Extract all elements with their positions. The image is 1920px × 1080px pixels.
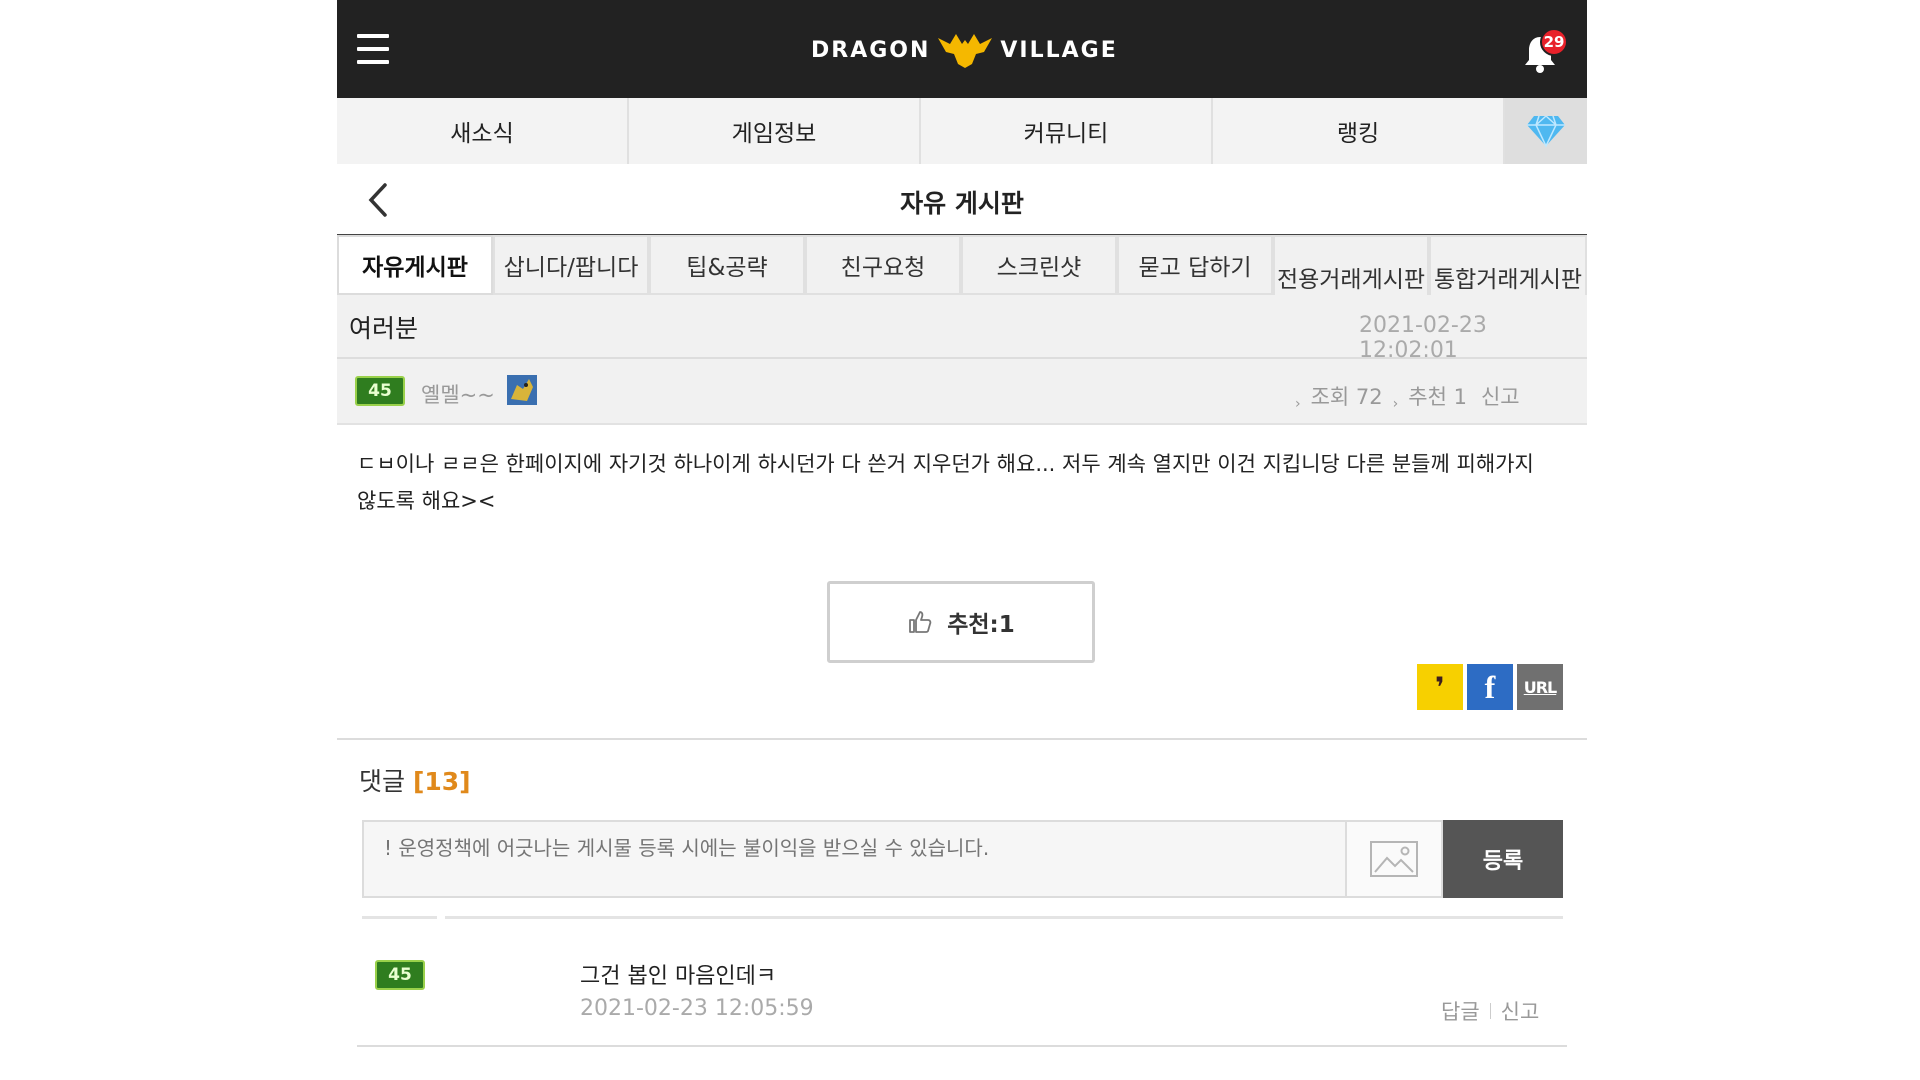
separator-icon: ›	[1392, 396, 1399, 412]
comments-header: 댓글 [13]	[359, 762, 471, 798]
comment-item: 45 그건 봅인 마음인데ㅋ 2021-02-23 12:05:59 답글 신고	[337, 922, 1587, 1046]
nav-game-info[interactable]: 게임정보	[629, 98, 921, 164]
url-copy-button[interactable]: URL	[1517, 664, 1563, 710]
tab-tips[interactable]: 팁&공략	[649, 235, 805, 295]
tab-friend-request[interactable]: 친구요청	[805, 235, 961, 295]
logo-text-left: DRAGON	[811, 37, 931, 63]
kakao-share-icon[interactable]: ❜	[1417, 664, 1463, 710]
post-stats: › 조회 72 › 추천 1 신고	[1295, 381, 1520, 412]
comment-divider	[357, 1045, 1567, 1047]
reply-link[interactable]: 답글	[1441, 996, 1480, 1026]
post-date: 2021-02-23 12:02:01	[1359, 313, 1487, 363]
separator-icon: ›	[1295, 396, 1301, 412]
comment-report-link[interactable]: 신고	[1501, 996, 1540, 1026]
level-badge: 45	[375, 960, 425, 990]
nav-community[interactable]: 커뮤니티	[921, 98, 1213, 164]
app-frame: DRAGON VILLAGE 29 새소식 게임정보 커뮤니티 랭킹 자유 게시…	[337, 0, 1587, 1080]
image-attach-icon[interactable]	[1345, 820, 1443, 898]
comment-input[interactable]	[362, 820, 1372, 898]
logo-text-right: VILLAGE	[1000, 37, 1118, 63]
comment-text: 그건 봅인 마음인데ㅋ	[580, 964, 777, 989]
board-tabs: 자유게시판 삽니다/팝니다 팁&공략 친구요청 스크린샷 묻고 답하기 전용거래…	[337, 235, 1587, 354]
nav-news[interactable]: 새소식	[337, 98, 629, 164]
post-body: ㄷㅂ이나 ㄹㄹ은 한페이지에 자기것 하나이게 하시던가 다 쓴거 지우던가 해…	[357, 452, 1534, 513]
recommend-button[interactable]: 추천:1	[827, 581, 1095, 663]
comments-count: [13]	[412, 767, 471, 796]
board-title: 자유 게시판	[900, 189, 1024, 218]
facebook-share-icon[interactable]: f	[1467, 664, 1513, 710]
dragon-emblem-icon	[938, 34, 993, 68]
comment-tab-underline	[445, 916, 1563, 919]
recommend-count: 추천 1	[1408, 385, 1467, 409]
post-title-row: 여러분 2021-02-23 12:02:01	[337, 295, 1587, 363]
level-badge: 45	[355, 376, 405, 406]
post-meta-row: 45 옐멜~~ › 조회 72 › 추천 1 신고	[337, 359, 1587, 425]
recommend-button-label: 추천:1	[947, 612, 1015, 638]
dragon-avatar-icon	[507, 375, 537, 405]
comment-date: 2021-02-23 12:05:59	[580, 996, 814, 1021]
menu-icon[interactable]	[357, 34, 389, 64]
report-link[interactable]: 신고	[1481, 381, 1520, 411]
comment-submit-button[interactable]: 등록	[1443, 820, 1563, 898]
tab-qna[interactable]: 묻고 답하기	[1117, 235, 1273, 295]
top-bar: DRAGON VILLAGE 29	[337, 0, 1587, 98]
tab-screenshot[interactable]: 스크린샷	[961, 235, 1117, 295]
notification-count-badge: 29	[1540, 28, 1568, 56]
tab-free-board[interactable]: 자유게시판	[337, 235, 493, 295]
author-name[interactable]: 옐멜~~	[421, 379, 495, 409]
view-count: 조회 72	[1310, 385, 1383, 409]
comment-actions: 답글 신고	[1441, 996, 1539, 1026]
diamond-icon[interactable]	[1505, 98, 1587, 164]
thumbs-up-icon	[909, 611, 932, 633]
main-nav: 새소식 게임정보 커뮤니티 랭킹	[337, 98, 1587, 165]
site-logo[interactable]: DRAGON VILLAGE	[811, 30, 1118, 70]
nav-ranking[interactable]: 랭킹	[1213, 98, 1505, 164]
comment-tab-underline	[362, 916, 437, 919]
board-header: 자유 게시판	[337, 164, 1587, 237]
separator	[1489, 1003, 1491, 1019]
tab-buy-sell[interactable]: 삽니다/팝니다	[493, 235, 649, 295]
post-title: 여러분	[349, 314, 419, 343]
section-divider	[337, 738, 1587, 740]
comments-label: 댓글	[359, 767, 406, 796]
